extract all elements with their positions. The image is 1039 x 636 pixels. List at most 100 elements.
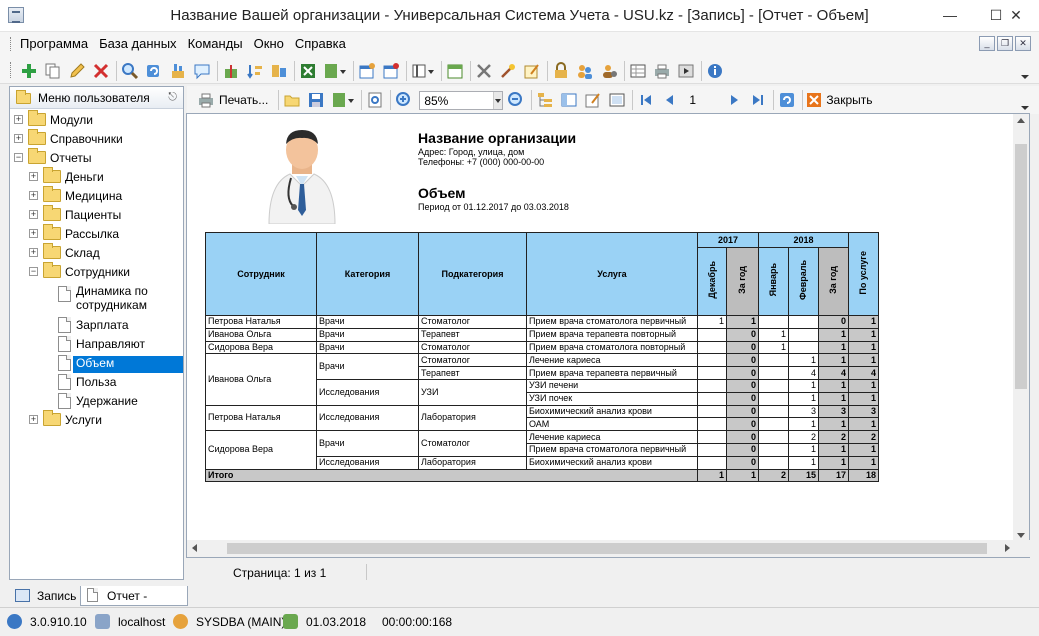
menu-commands[interactable]: Команды — [188, 36, 243, 51]
menu-program[interactable]: Программа — [20, 36, 88, 51]
page-status: Страница: 1 из 1 — [233, 566, 327, 580]
columns-icon[interactable] — [411, 62, 435, 80]
toolbar-separator — [547, 61, 548, 81]
pin-icon[interactable]: ⎋ — [168, 91, 177, 104]
layout-icon[interactable] — [560, 91, 578, 109]
window-title: Название Вашей организации - Универсальн… — [170, 7, 869, 24]
play-icon[interactable] — [677, 62, 695, 80]
calendar-icon[interactable] — [446, 62, 464, 80]
scroll-up-icon[interactable] — [1017, 118, 1025, 123]
scroll-left-icon[interactable] — [192, 544, 197, 552]
export-menu-icon[interactable] — [323, 62, 347, 80]
zoom-select[interactable]: 85% — [419, 90, 504, 110]
col-year-2017: 2017 — [697, 232, 759, 248]
edit-page-icon[interactable] — [584, 91, 602, 109]
users-icon[interactable] — [576, 62, 594, 80]
status-bar: 3.0.910.10 localhost SYSDBA (MAIN) 01.03… — [0, 607, 1039, 636]
org-phones: Телефоны: +7 (000) 000-00-00 — [418, 157, 545, 167]
document-icon — [58, 336, 71, 352]
first-page-icon[interactable] — [637, 91, 655, 109]
close-window-button[interactable]: ✕ — [993, 0, 1039, 30]
add-icon[interactable] — [20, 62, 38, 80]
toolbar-separator — [278, 90, 280, 110]
horizontal-scrollbar[interactable] — [187, 540, 1031, 557]
server-icon — [95, 614, 110, 629]
status-time: 00:00:00:168 — [382, 615, 453, 629]
edit-icon[interactable] — [68, 62, 86, 80]
refresh-icon[interactable] — [778, 91, 796, 109]
menu-help[interactable]: Справка — [295, 36, 346, 51]
close-window-icon[interactable] — [382, 62, 400, 80]
export-excel-icon[interactable] — [299, 62, 317, 80]
lock-icon[interactable] — [552, 62, 570, 80]
printer-icon[interactable] — [653, 62, 671, 80]
gift-icon[interactable] — [222, 62, 240, 80]
report-title: Объем — [418, 185, 466, 201]
tab-report-volume[interactable]: Отчет - Объем — [80, 586, 188, 623]
sort-icon[interactable] — [246, 62, 264, 80]
prev-page-icon[interactable] — [661, 91, 679, 109]
menu-database[interactable]: База данных — [99, 36, 176, 51]
tools-icon[interactable] — [475, 62, 493, 80]
close-report-icon[interactable] — [807, 93, 822, 107]
toolbar-grip — [10, 62, 13, 78]
menu-window[interactable]: Окно — [254, 36, 284, 51]
next-page-icon[interactable] — [725, 91, 743, 109]
new-window-icon[interactable] — [358, 62, 376, 80]
toolbar-separator — [353, 61, 354, 81]
vertical-scrollbar[interactable] — [1013, 114, 1029, 542]
toolbar-separator — [470, 61, 471, 81]
delete-icon[interactable] — [92, 62, 110, 80]
folder-icon — [43, 167, 61, 183]
comment-icon[interactable] — [193, 62, 211, 80]
report-toolbar-overflow-icon[interactable] — [1021, 106, 1029, 110]
scroll-down-icon[interactable] — [1017, 533, 1025, 538]
chevron-down-icon[interactable] — [493, 91, 503, 109]
tree-item-volume[interactable]: Объем — [58, 354, 183, 373]
scroll-right-icon[interactable] — [1005, 544, 1010, 552]
folder-icon — [43, 410, 61, 426]
toolbar-separator — [632, 90, 634, 110]
copy-icon[interactable] — [44, 62, 62, 80]
close-report-button[interactable]: Закрыть — [826, 93, 872, 107]
open-icon[interactable] — [283, 91, 301, 109]
col-subcategory: Подкатегория — [418, 232, 527, 316]
user-settings-icon[interactable] — [600, 62, 618, 80]
page-number-input[interactable]: 1 — [685, 91, 719, 110]
note-edit-icon[interactable] — [523, 62, 541, 80]
tab-record[interactable]: Запись — [9, 586, 79, 606]
export-icon[interactable] — [331, 91, 355, 109]
wand-icon[interactable] — [499, 62, 517, 80]
folder-icon — [43, 224, 61, 240]
info-icon[interactable] — [706, 62, 724, 80]
minimize-button[interactable]: — — [927, 0, 973, 30]
folder-open-icon — [28, 148, 46, 164]
title-bar: Название Вашей организации - Универсальн… — [0, 0, 1039, 32]
page-tree-icon[interactable] — [536, 91, 554, 109]
folder-open-icon — [43, 262, 61, 278]
folder-icon — [16, 90, 31, 104]
zoom-in-icon[interactable] — [395, 91, 413, 109]
search-icon[interactable] — [121, 62, 139, 80]
zoom-out-icon[interactable] — [507, 91, 525, 109]
print-icon[interactable] — [197, 91, 215, 109]
group-icon[interactable] — [270, 62, 288, 80]
horizontal-scroll-thumb[interactable] — [227, 543, 987, 554]
mdi-close-button[interactable]: ✕ — [1015, 36, 1031, 51]
toolbar-separator — [441, 61, 442, 81]
filter-icon[interactable] — [169, 62, 187, 80]
mdi-restore-button[interactable]: ❐ — [997, 36, 1013, 51]
print-button[interactable]: Печать... — [219, 93, 268, 107]
refresh-search-icon[interactable] — [145, 62, 163, 80]
table-icon[interactable] — [629, 62, 647, 80]
mdi-minimize-button[interactable]: _ — [979, 36, 995, 51]
total-row: Итого 1 1 2 15 17 18 — [205, 468, 879, 483]
page-setup-icon[interactable] — [366, 91, 384, 109]
fullscreen-icon[interactable] — [608, 91, 626, 109]
save-icon[interactable] — [307, 91, 325, 109]
toolbar-separator — [406, 61, 407, 81]
toolbar-separator — [701, 61, 702, 81]
toolbar-overflow-icon[interactable] — [1021, 75, 1029, 79]
vertical-scroll-thumb[interactable] — [1015, 144, 1027, 389]
last-page-icon[interactable] — [749, 91, 767, 109]
